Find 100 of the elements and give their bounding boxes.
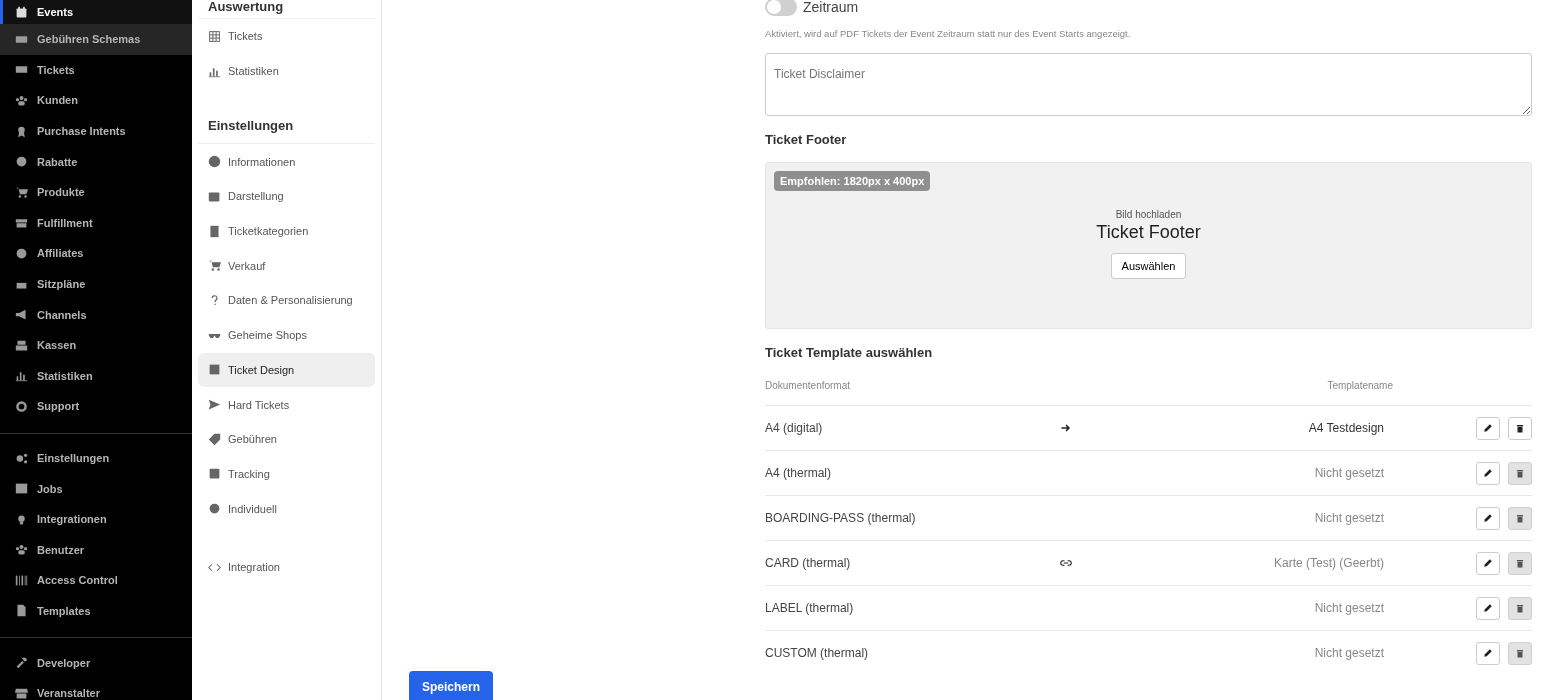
grid-icon	[208, 29, 221, 43]
upload-caption: Bild hochladen	[1115, 209, 1182, 220]
hammer-icon	[15, 656, 28, 670]
section-heading: Auswertung	[198, 0, 375, 19]
sidebar-item[interactable]: Rabatte	[0, 146, 192, 177]
megaphone-icon	[15, 308, 28, 322]
sidebar-item[interactable]: Kunden	[0, 85, 192, 116]
pencil-icon	[1483, 558, 1493, 568]
nav-item[interactable]: Statistiken	[198, 53, 375, 89]
nav-item[interactable]: Darstellung	[198, 179, 375, 214]
table-cell-text: Karte (Test) (Geerbt)	[1272, 556, 1384, 570]
sidebar-item[interactable]: Statistiken	[0, 360, 192, 392]
document-icon	[15, 604, 28, 618]
table-cell-text: LABEL (thermal)	[765, 601, 855, 615]
pencil-icon	[1483, 648, 1493, 658]
sidebar-item[interactable]: Gebühren Schemas	[0, 24, 192, 55]
chart-icon	[15, 369, 28, 383]
lifebuoy-icon	[15, 399, 28, 413]
delete-button[interactable]	[1508, 416, 1532, 440]
sidebar-item[interactable]: Access Control	[0, 565, 192, 596]
trash-icon	[1515, 513, 1525, 523]
sidebar-item[interactable]: Integrationen	[0, 503, 192, 535]
sidebar-item[interactable]: Fulfillment	[0, 207, 192, 239]
table-cell-text: A4 (thermal)	[765, 466, 833, 480]
nav-item[interactable]: Ticket Design	[198, 352, 375, 388]
column-header: Templatename	[1327, 379, 1393, 391]
trash-icon	[1515, 558, 1525, 568]
edit-button[interactable]	[1476, 506, 1500, 530]
nav-item[interactable]: Informationen	[198, 144, 375, 180]
page-icon	[208, 224, 221, 238]
trash-icon	[1515, 468, 1525, 478]
bulb-icon	[15, 512, 28, 526]
edit-button[interactable]	[1476, 461, 1500, 485]
table-cell-text: A4 Testdesign	[1307, 421, 1384, 435]
sidebar-item[interactable]: Benutzer	[0, 534, 192, 566]
people-icon	[15, 94, 28, 107]
edit-button[interactable]	[1476, 551, 1500, 575]
table-cell-text: Nicht gesetzt	[1313, 511, 1384, 525]
sidebar-item[interactable]: Channels	[0, 299, 192, 330]
store-icon	[15, 686, 28, 700]
sidebar-item[interactable]: Kassen	[0, 329, 192, 361]
sidebar-item[interactable]: Events	[0, 0, 192, 24]
nav-item[interactable]: Hard Tickets	[198, 387, 375, 422]
nav-item[interactable]: Integration	[198, 549, 375, 585]
send-icon	[208, 398, 221, 412]
nav-item[interactable]: Daten & Personalisierung	[198, 283, 375, 318]
link-icon	[1060, 557, 1072, 569]
save-button[interactable]: Speichern	[409, 671, 494, 700]
toggle-switch[interactable]	[765, 0, 797, 16]
section-heading: Ticket Template auswählen	[765, 345, 934, 360]
circle-icon	[15, 155, 28, 169]
pencil-icon	[1483, 603, 1493, 613]
table-cell-text: CUSTOM (thermal)	[765, 646, 870, 660]
size-badge: Empfohlen: 1820px x 400px	[774, 171, 931, 191]
sidebar-item[interactable]: Templates	[0, 595, 192, 627]
trash-icon	[1515, 603, 1525, 613]
gears-icon	[15, 451, 28, 465]
sidebar-item[interactable]: Jobs	[0, 473, 192, 504]
table-cell-text: Nicht gesetzt	[1313, 646, 1384, 660]
edit-button[interactable]	[1476, 641, 1500, 665]
table-cell-text: BOARDING-PASS (thermal)	[765, 511, 917, 525]
sidebar-item[interactable]: Affiliates	[0, 238, 192, 269]
sidebar-item[interactable]: Tickets	[0, 54, 192, 86]
barcode-icon	[15, 573, 28, 587]
sidebar-item[interactable]: Support	[0, 391, 192, 422]
table-cell-text: A4 (digital)	[765, 421, 824, 435]
people-icon	[15, 543, 28, 557]
sidebar-item[interactable]: Veranstalter	[0, 677, 192, 700]
nav-item[interactable]: Gebühren	[198, 421, 375, 457]
table-cell-text: Nicht gesetzt	[1313, 601, 1384, 615]
nav-item[interactable]: Tickets	[198, 19, 375, 54]
sidebar-item[interactable]: Sitzpläne	[0, 268, 192, 300]
trash-icon	[1515, 648, 1525, 658]
edit-button[interactable]	[1476, 416, 1500, 440]
pencil-icon	[1483, 513, 1493, 523]
register-icon	[15, 338, 28, 352]
pencil-icon	[1483, 468, 1493, 478]
nav-item[interactable]: Geheime Shops	[198, 317, 375, 353]
toggle-label: Zeitraum	[803, 0, 859, 15]
tag-icon	[208, 432, 221, 446]
sidebar-item[interactable]: Einstellungen	[0, 442, 192, 474]
edit-button[interactable]	[1476, 596, 1500, 620]
nav-item[interactable]: Individuell	[198, 491, 375, 526]
calendar-icon	[15, 5, 28, 19]
nav-item[interactable]: Ticketkategorien	[198, 213, 375, 249]
trash-icon	[1515, 423, 1525, 433]
section-heading: Einstellungen	[198, 112, 375, 145]
box-icon	[15, 216, 28, 230]
column-header: Dokumentenformat	[765, 379, 852, 391]
disclaimer-field[interactable]: Ticket Disclaimer	[765, 53, 1532, 116]
table-cell-text: Nicht gesetzt	[1313, 466, 1384, 480]
circle-icon	[15, 246, 28, 260]
sidebar-item[interactable]: Purchase Intents	[0, 115, 192, 147]
award-icon	[15, 124, 28, 138]
sidebar-item[interactable]: Produkte	[0, 176, 192, 208]
nav-item[interactable]: Tracking	[198, 456, 375, 492]
sidebar-item[interactable]: Developer	[0, 647, 192, 678]
nav-item[interactable]: Verkauf	[198, 248, 375, 284]
select-button[interactable]: Auswählen	[1110, 253, 1187, 279]
pencil-icon	[1483, 423, 1493, 433]
